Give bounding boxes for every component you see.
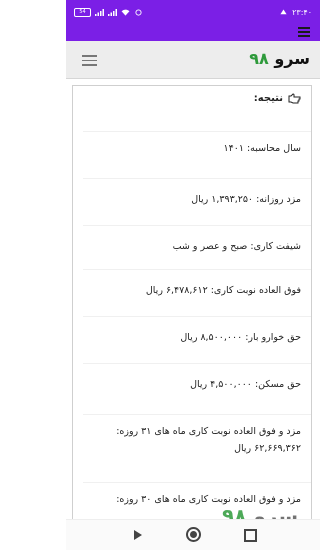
result-row-year: سال محاسبه: ۱۴۰۱: [83, 131, 311, 165]
logo-number: ۹۸: [249, 49, 269, 68]
pointing-hand-icon: [288, 93, 301, 104]
row-label: فوق العاده نوبت کاری:: [210, 285, 301, 296]
main-content: نتیجه: سال محاسبه: ۱۴۰۱ مزد روزانه: ۱,۳۹…: [66, 79, 320, 520]
row-label: شیفت کاری:: [250, 241, 301, 252]
row-value: ۶,۴۷۸,۶۱۲ ریال: [145, 285, 208, 296]
result-row-housing: حق مسکن: ۴,۵۰۰,۰۰۰ ریال: [83, 363, 311, 403]
row-label: مزد و فوق العاده نوبت کاری ماه های ۳۱ رو…: [116, 426, 301, 437]
row-value: ۴,۵۰۰,۰۰۰ ریال: [190, 379, 252, 390]
site-logo[interactable]: سرو ۹۸: [249, 49, 310, 68]
status-icons: 54: [74, 7, 143, 17]
status-bar: 54 ۲۳:۴۰: [66, 0, 320, 24]
row-label: سال محاسبه:: [246, 143, 301, 154]
menu-icon[interactable]: [298, 27, 310, 37]
status-time-group: ۲۳:۴۰: [279, 8, 312, 17]
row-value: ۱۴۰۱: [223, 143, 244, 154]
row-value: ۶۲,۶۶۹,۳۶۲ ریال: [234, 443, 301, 454]
result-row-shift-allowance: فوق العاده نوبت کاری: ۶,۴۷۸,۶۱۲ ریال: [83, 269, 311, 309]
notification-icon: [280, 8, 287, 14]
battery-icon: 54: [74, 7, 91, 17]
result-row-grocery: حق خوارو بار: ۸,۵۰۰,۰۰۰ ریال: [83, 316, 311, 356]
wifi-icon: [121, 9, 130, 16]
result-title: نتیجه:: [253, 93, 283, 104]
result-row-shift: شیفت کاری: صبح و عصر و شب: [83, 225, 311, 265]
alarm-icon: [135, 8, 142, 16]
row-label: مزد روزانه:: [256, 194, 301, 205]
system-nav-bar: [66, 519, 320, 550]
row-value: ۸,۵۰۰,۰۰۰ ریال: [180, 332, 243, 343]
back-icon[interactable]: [134, 530, 142, 540]
row-value: ۱,۳۹۳,۲۵۰ ریال: [191, 194, 254, 205]
result-row-daily-wage: مزد روزانه: ۱,۳۹۳,۲۵۰ ریال: [83, 178, 311, 218]
signal-icon: [95, 8, 104, 16]
recent-apps-icon[interactable]: [244, 529, 257, 542]
result-card: نتیجه: سال محاسبه: ۱۴۰۱ مزد روزانه: ۱,۳۹…: [72, 85, 312, 520]
signal-icon-2: [108, 8, 117, 16]
result-row-31-day-months: مزد و فوق العاده نوبت کاری ماه های ۳۱ رو…: [83, 414, 311, 472]
row-label: حق خوارو بار:: [245, 332, 301, 343]
app-bar: سرو ۹۸: [66, 41, 320, 79]
hamburger-menu-icon[interactable]: [82, 55, 97, 66]
home-icon[interactable]: [186, 527, 201, 542]
status-time: ۲۳:۴۰: [292, 7, 312, 17]
logo-text: سرو: [274, 49, 310, 68]
row-value: صبح و عصر و شب: [172, 241, 248, 252]
result-header: نتیجه:: [254, 93, 301, 104]
row-label: حق مسکن:: [254, 379, 301, 390]
top-strip: [66, 24, 320, 41]
